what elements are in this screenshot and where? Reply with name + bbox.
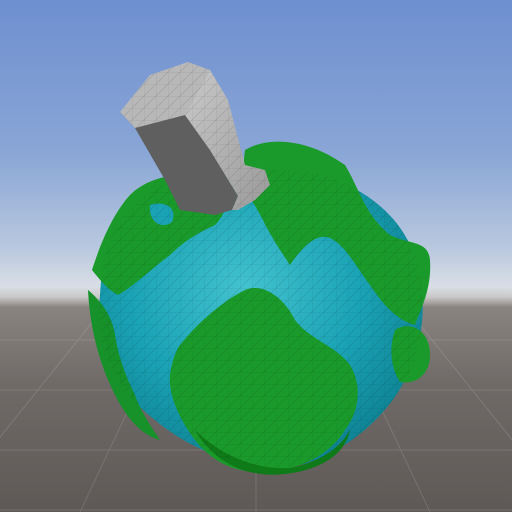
scene-view[interactable]	[0, 0, 512, 512]
planet-model[interactable]	[0, 0, 512, 512]
